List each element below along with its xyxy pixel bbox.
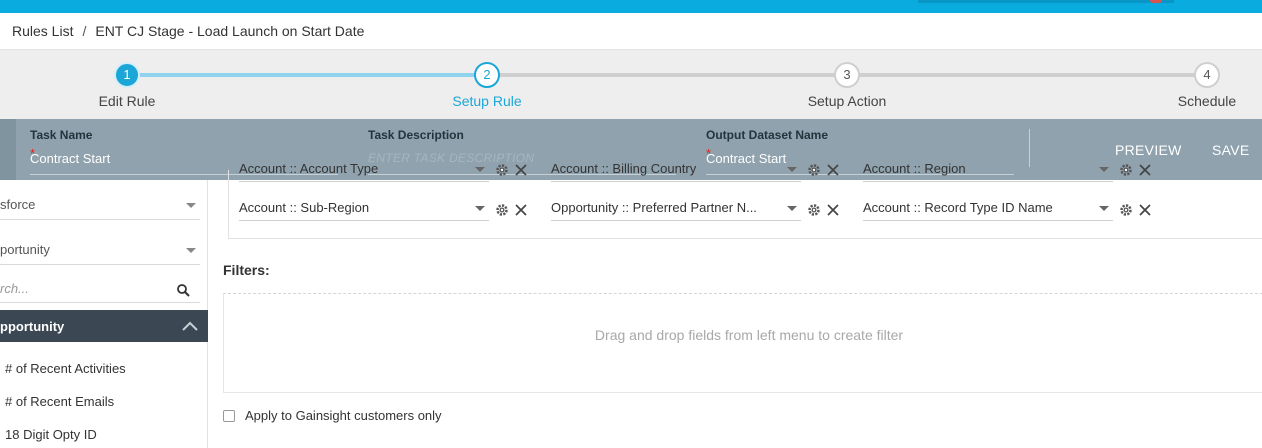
chevron-down-icon: [475, 167, 485, 172]
preview-button[interactable]: PREVIEW: [1115, 142, 1182, 158]
field-select[interactable]: Account :: Region: [863, 158, 1113, 182]
sidebar-field-item[interactable]: # of Recent Activities: [5, 361, 126, 376]
step-2-circle: 2: [474, 62, 500, 88]
task-name-label: Task Name: [30, 128, 93, 142]
filter-dropzone-hint: Drag and drop fields from left menu to c…: [594, 327, 904, 343]
gear-icon[interactable]: [1119, 203, 1133, 217]
filters-heading: Filters:: [223, 262, 270, 278]
sidebar-field-item[interactable]: # of Recent Emails: [5, 394, 114, 409]
global-search-stub[interactable]: [918, 0, 1174, 3]
step-3-circle: 3: [834, 62, 860, 88]
breadcrumb: Rules List / ENT CJ Stage - Load Launch …: [0, 13, 1262, 50]
close-icon[interactable]: [1138, 203, 1152, 217]
field-select-value: Account :: Sub-Region: [239, 200, 370, 215]
breadcrumb-current-rule: ENT CJ Stage - Load Launch on Start Date: [95, 23, 365, 39]
source-select-value: sforce: [0, 197, 36, 212]
sidebar-field-item[interactable]: 18 Digit Opty ID: [5, 427, 97, 442]
task-description-label: Task Description: [368, 128, 464, 142]
chevron-down-icon: [186, 248, 196, 253]
field-select-value: Account :: Billing Country: [551, 161, 697, 176]
step-4-circle: 4: [1194, 62, 1220, 88]
gear-icon[interactable]: [1119, 163, 1133, 177]
step-1-circle: 1: [114, 62, 140, 88]
close-icon[interactable]: [514, 163, 528, 177]
source-select[interactable]: sforce: [0, 190, 200, 220]
gear-icon[interactable]: [495, 163, 509, 177]
chevron-down-icon: [787, 206, 797, 211]
close-icon[interactable]: [514, 203, 528, 217]
chevron-down-icon: [1099, 167, 1109, 172]
field-sidebar: sforce portunity rch... pportunity # of …: [0, 180, 208, 448]
field-select[interactable]: Account :: Record Type ID Name: [863, 197, 1113, 221]
breadcrumb-rules-list-link[interactable]: Rules List: [12, 23, 73, 39]
step-3-label: Setup Action: [807, 93, 887, 109]
step-2-label: Setup Rule: [452, 93, 522, 109]
gear-icon[interactable]: [807, 203, 821, 217]
wizard-stepper: 1 Edit Rule 2 Setup Rule 3 Setup Action …: [0, 50, 1262, 119]
gainsight-customers-only-checkbox[interactable]: [223, 409, 235, 422]
filter-dropzone[interactable]: Drag and drop fields from left menu to c…: [223, 293, 1262, 393]
field-select-value: Account :: Account Type: [239, 161, 379, 176]
field-select[interactable]: Account :: Account Type: [239, 158, 489, 182]
chevron-down-icon: [186, 203, 196, 208]
field-select-value: Account :: Region: [863, 161, 966, 176]
sidebar-section-title: pportunity: [0, 319, 65, 334]
field-select-value: Opportunity :: Preferred Partner N...: [551, 200, 757, 215]
gear-icon[interactable]: [495, 203, 509, 217]
step-schedule[interactable]: 4 Schedule: [1127, 62, 1262, 109]
gainsight-customers-only-label: Apply to Gainsight customers only: [245, 408, 442, 423]
step-edit-rule[interactable]: 1 Edit Rule: [47, 62, 207, 109]
search-icon[interactable]: [177, 284, 190, 297]
field-select[interactable]: Account :: Billing Country: [551, 158, 801, 182]
object-select-value: portunity: [0, 242, 50, 257]
field-search-placeholder: rch...: [0, 281, 29, 296]
close-icon[interactable]: [826, 203, 840, 217]
notification-badge: [1150, 0, 1162, 3]
step-setup-rule[interactable]: 2 Setup Rule: [407, 62, 567, 109]
task-bar-left-strip: [0, 119, 16, 180]
top-app-bar: [0, 0, 1262, 13]
output-dataset-label: Output Dataset Name: [706, 128, 829, 142]
sidebar-section-opportunity[interactable]: pportunity: [0, 310, 208, 342]
field-select[interactable]: Account :: Sub-Region: [239, 197, 489, 221]
chevron-down-icon: [787, 167, 797, 172]
object-select[interactable]: portunity: [0, 235, 200, 265]
breadcrumb-separator: /: [82, 23, 87, 39]
step-setup-action[interactable]: 3 Setup Action: [767, 62, 927, 109]
close-icon[interactable]: [1138, 163, 1152, 177]
field-search-input[interactable]: rch...: [0, 275, 200, 303]
field-select[interactable]: Opportunity :: Preferred Partner N...: [551, 197, 801, 221]
step-4-label: Schedule: [1177, 93, 1237, 109]
chevron-up-icon[interactable]: [182, 321, 198, 331]
rule-setup-main: Account :: Account Type Account :: Billi…: [209, 161, 1262, 448]
gear-icon[interactable]: [807, 163, 821, 177]
save-button[interactable]: SAVE: [1212, 142, 1250, 158]
chevron-down-icon: [1099, 206, 1109, 211]
task-name-required-mark: *: [30, 146, 36, 161]
chevron-down-icon: [475, 206, 485, 211]
close-icon[interactable]: [826, 163, 840, 177]
field-select-value: Account :: Record Type ID Name: [863, 200, 1053, 215]
selected-fields-box: Account :: Account Type Account :: Billi…: [228, 161, 1262, 239]
gainsight-customers-only-option[interactable]: Apply to Gainsight customers only: [223, 408, 442, 423]
step-1-label: Edit Rule: [98, 93, 156, 109]
